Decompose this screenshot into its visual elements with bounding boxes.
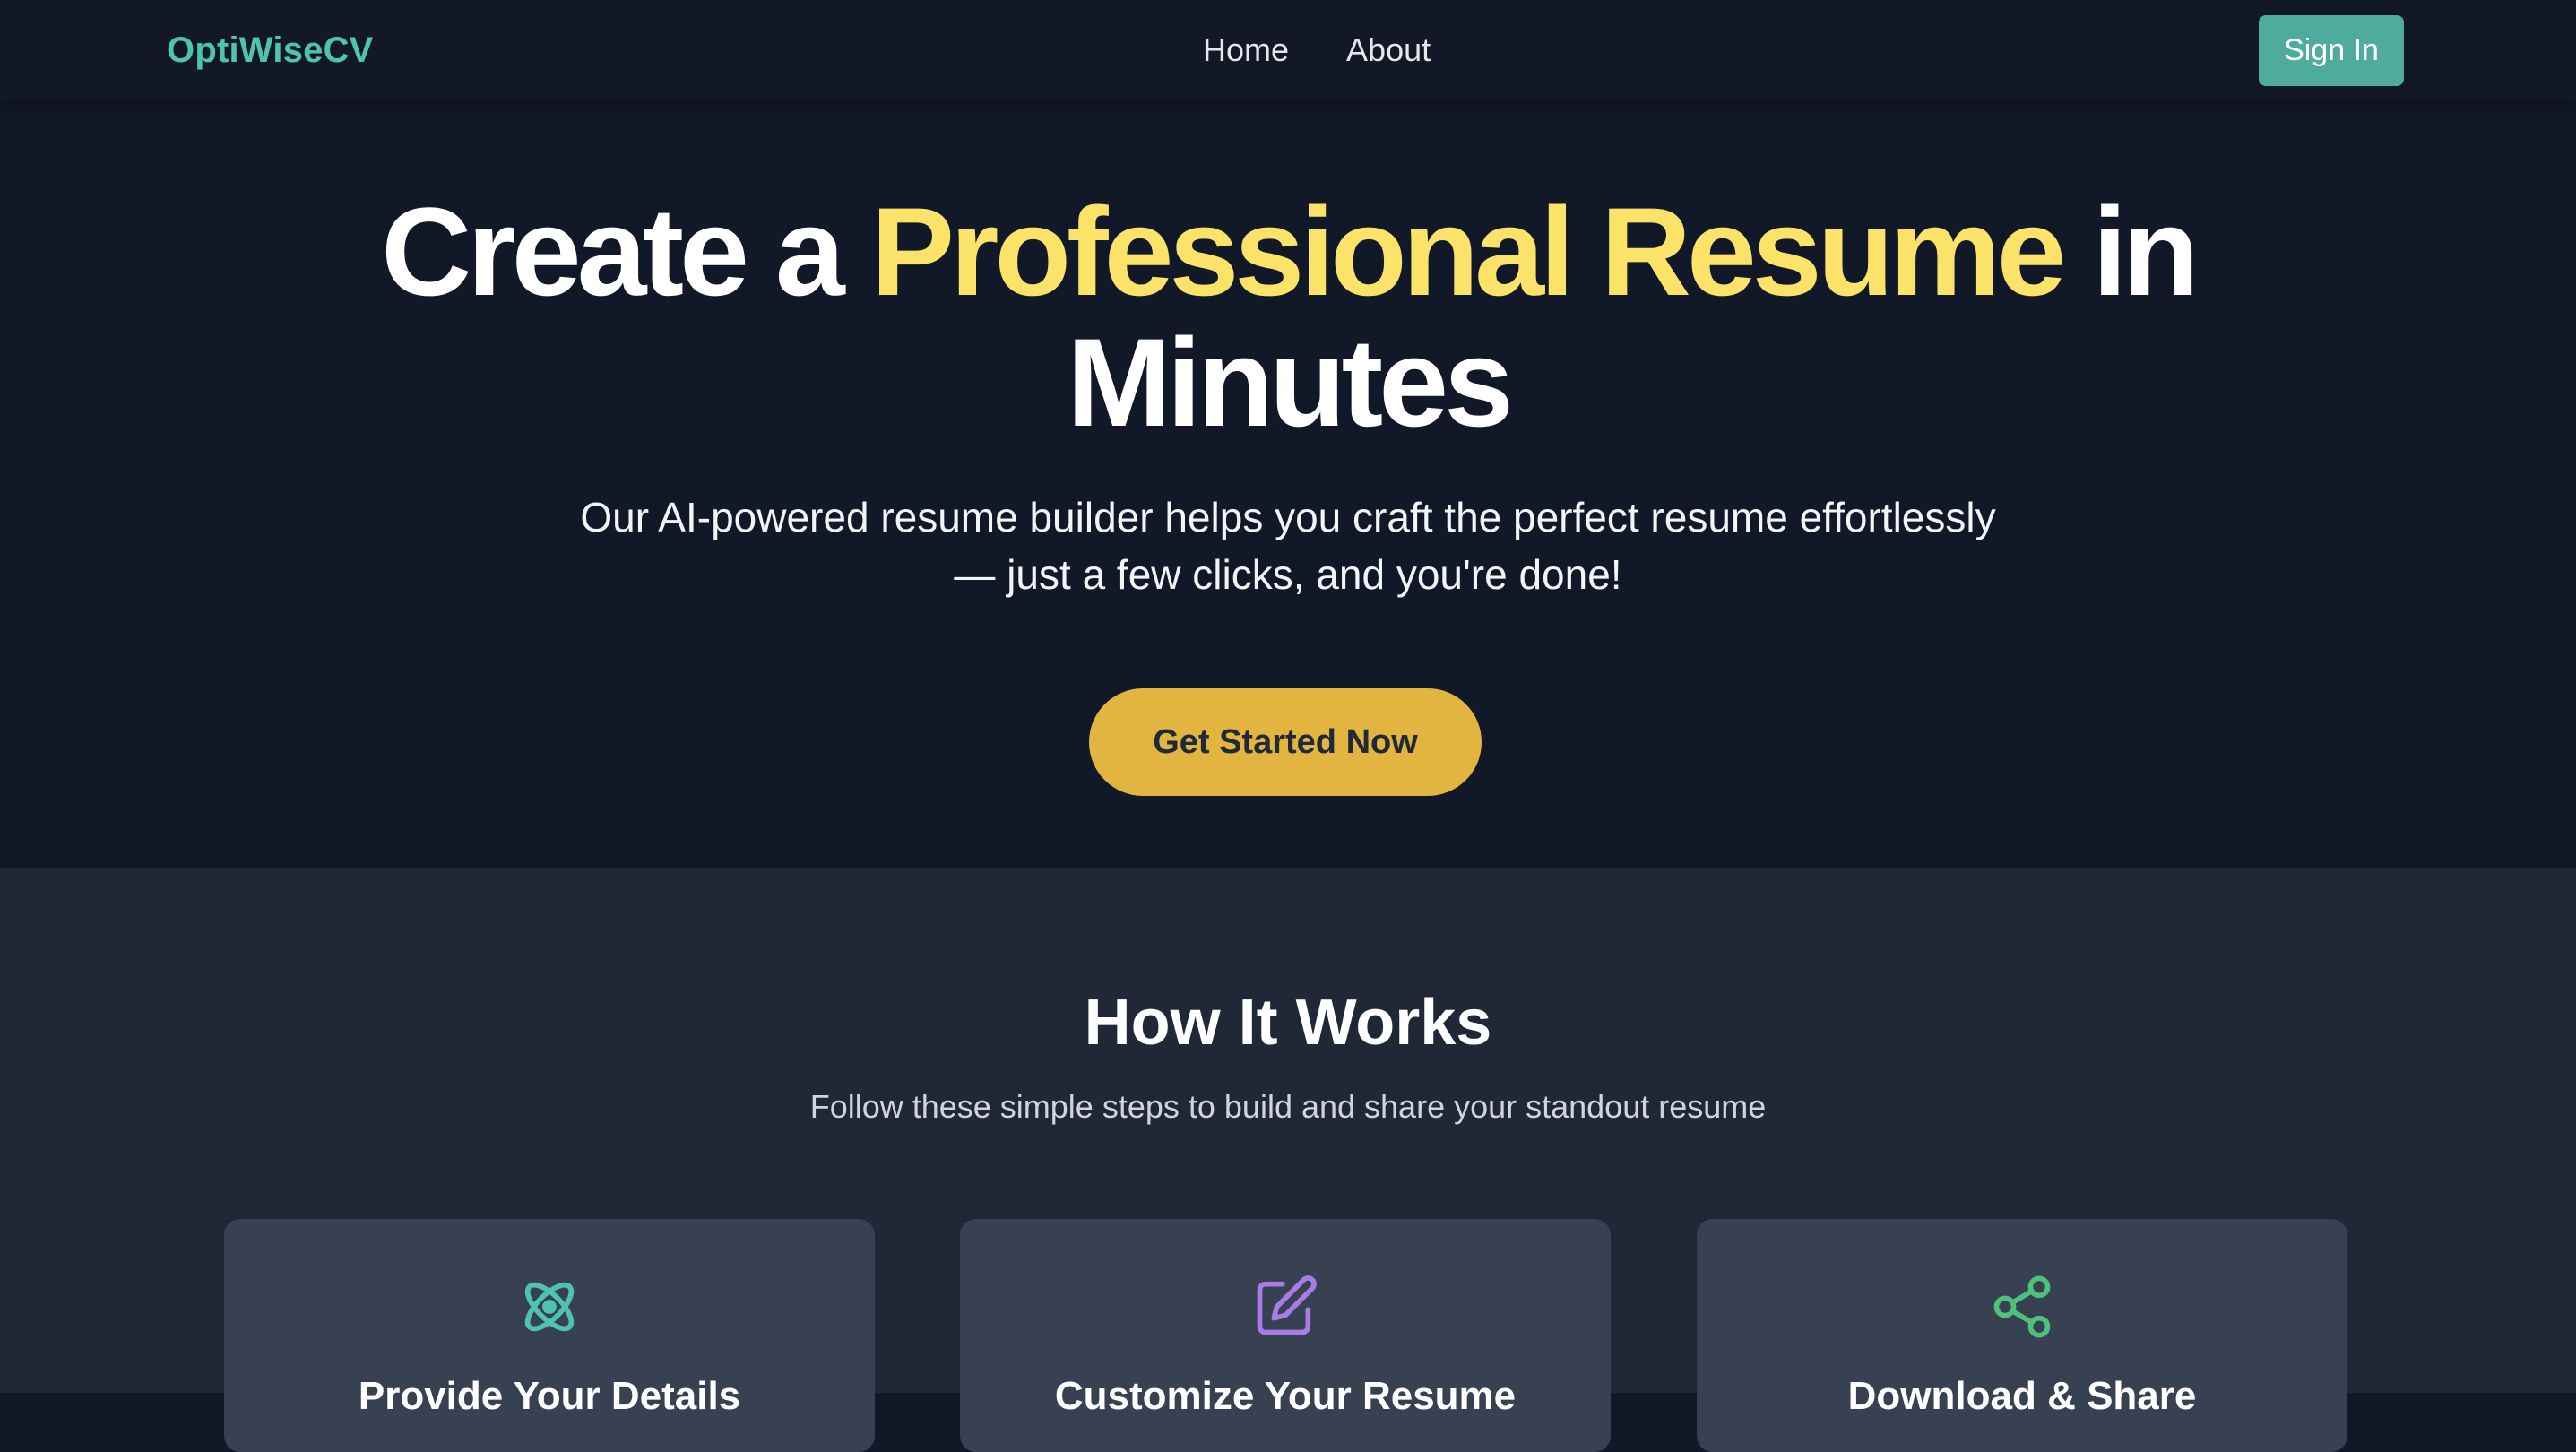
nav-link-about[interactable]: About: [1346, 25, 1431, 75]
hero-subtitle-line1: Our AI-powered resume builder helps you …: [580, 494, 1996, 540]
hero-section: Create a Professional Resume in Minutes …: [0, 101, 2576, 868]
section-title: How It Works: [1084, 987, 1492, 1059]
step-card-download-share[interactable]: Download & Share: [1697, 1219, 2347, 1452]
hero-subtitle: Our AI-powered resume builder helps you …: [526, 488, 2050, 603]
step-title: Provide Your Details: [358, 1374, 741, 1418]
step-card-provide-details[interactable]: Provide Your Details: [224, 1219, 875, 1452]
step-title: Customize Your Resume: [1054, 1374, 1517, 1418]
sign-in-button[interactable]: Sign In: [2259, 15, 2404, 86]
hero-title: Create a Professional Resume in Minutes: [269, 186, 2307, 448]
nav-links: Home About: [1203, 25, 1431, 75]
nav-link-home[interactable]: Home: [1203, 25, 1289, 75]
atom-icon: [524, 1282, 575, 1332]
hero-subtitle-line2: — just a few clicks, and you're done!: [954, 551, 1622, 598]
top-navbar: OptiWiseCV Home About Sign In: [0, 0, 2576, 101]
how-it-works-section: How It Works Follow these simple steps t…: [0, 868, 2576, 1452]
share-icon: [1993, 1275, 2051, 1338]
get-started-button[interactable]: Get Started Now: [1089, 688, 1482, 796]
step-card-customize[interactable]: Customize Your Resume: [960, 1219, 1611, 1452]
hero-title-prefix: Create a: [381, 181, 871, 322]
step-title: Download & Share: [1847, 1374, 2197, 1418]
section-subtitle: Follow these simple steps to build and s…: [809, 1088, 1767, 1125]
brand-logo[interactable]: OptiWiseCV: [167, 25, 374, 75]
hero-title-highlight: Professional Resume: [870, 181, 2067, 322]
edit-icon: [1257, 1275, 1317, 1335]
